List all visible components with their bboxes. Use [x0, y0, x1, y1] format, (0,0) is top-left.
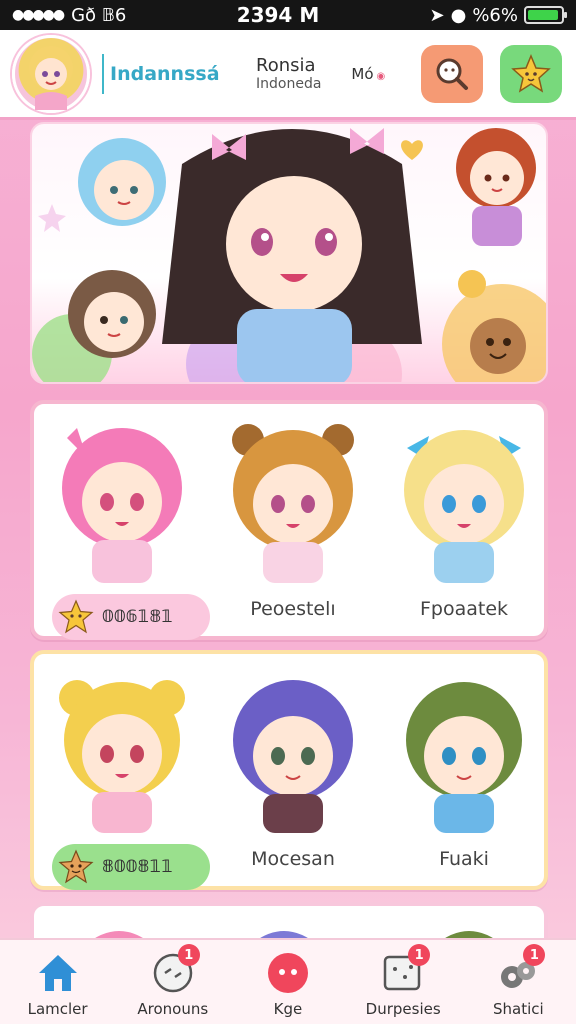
- mode-toggle[interactable]: Mó ◉: [351, 65, 385, 83]
- location-icon: ➤: [429, 4, 445, 26]
- avatar[interactable]: [12, 34, 90, 113]
- alarm-icon: ●: [450, 4, 467, 26]
- mode-label: Mó: [351, 64, 374, 83]
- battery-percent: %6%: [472, 4, 518, 26]
- character-name: Fpoaatek: [419, 598, 509, 620]
- record-icon: [265, 950, 311, 996]
- status-time: 2394 M: [236, 3, 320, 27]
- mode-dot-icon: ◉: [376, 70, 386, 82]
- character-tile-6[interactable]: Fuaki: [384, 668, 544, 878]
- board-icon: 1: [380, 944, 431, 996]
- character-portrait: [233, 680, 353, 833]
- brand-title: Indannssá: [110, 62, 220, 85]
- character-portrait: [62, 428, 182, 583]
- character-portrait: [406, 682, 522, 833]
- chat-icon: 1: [150, 944, 200, 996]
- star-mascot-icon: [511, 54, 551, 93]
- character-name: 𝟘𝟘𝟞𝟙𝟠𝟙: [102, 607, 173, 627]
- search-button[interactable]: [421, 45, 483, 103]
- character-tile-2[interactable]: Peoestelı: [213, 418, 373, 628]
- character-card-row-1: 𝟘𝟘𝟞𝟙𝟠𝟙 Peoestelı Fpoaatek: [30, 400, 548, 640]
- character-card-row-2: 𝟠𝟘𝟘𝟠𝟙𝟙 Mocesan Fuaki: [30, 650, 548, 890]
- character-name: Peoestelı: [250, 598, 336, 620]
- nav-item-kge[interactable]: Kge: [233, 940, 343, 1024]
- status-left: ●●●●● Gð 𝔹6: [12, 5, 126, 26]
- region-selector[interactable]: Ronsia Indoneda: [256, 55, 321, 92]
- bottom-nav: Lamcler 1 Aronouns Kge 1 Durpesies 1 Sha…: [0, 938, 576, 1024]
- battery-fill: [528, 10, 559, 20]
- app-header: Indannssá Ronsia Indoneda Mó ◉: [0, 30, 576, 120]
- character-portrait: [404, 430, 524, 583]
- featured-banner[interactable]: [30, 122, 548, 384]
- home-icon: [35, 950, 81, 996]
- character-portrait: [232, 424, 354, 583]
- mascot-button[interactable]: [500, 45, 562, 103]
- header-divider: [102, 53, 104, 94]
- mascot-icon: [58, 849, 94, 884]
- character-tile-1[interactable]: 𝟘𝟘𝟞𝟙𝟠𝟙: [42, 418, 210, 640]
- signal-icon: ●●●●●: [12, 7, 65, 23]
- region-title: Ronsia: [256, 55, 316, 76]
- search-icon: [436, 58, 468, 90]
- nav-item-home[interactable]: Lamcler: [3, 940, 113, 1024]
- brand-block: Indannssá: [110, 63, 240, 85]
- nav-item-discoveries[interactable]: 1 Durpesies: [348, 940, 458, 1024]
- character-name: Mocesan: [251, 848, 335, 870]
- nav-label: Lamcler: [27, 1000, 88, 1018]
- notification-badge: 1: [177, 944, 200, 966]
- nav-label: Kge: [273, 1000, 303, 1018]
- character-tile-5[interactable]: Mocesan: [213, 668, 373, 878]
- status-right: ➤ ● %6%: [429, 4, 567, 26]
- nav-label: Aronouns: [137, 1000, 209, 1018]
- banner-illustration: [32, 128, 546, 382]
- character-name: 𝟠𝟘𝟘𝟠𝟙𝟙: [102, 857, 173, 877]
- region-subtitle: Indoneda: [256, 76, 322, 92]
- nav-label: Durpesies: [365, 1000, 441, 1018]
- status-bar: ●●●●● Gð 𝔹6 2394 M ➤ ● %6%: [0, 0, 576, 30]
- character-portrait: [59, 680, 185, 833]
- character-tile-3[interactable]: Fpoaatek: [384, 418, 544, 628]
- gear-cluster-icon: 1: [495, 944, 546, 996]
- nav-item-announcements[interactable]: 1 Aronouns: [118, 940, 228, 1024]
- mascot-badge: 𝟠𝟘𝟘𝟠𝟙𝟙: [52, 844, 210, 890]
- star-icon: [58, 599, 94, 634]
- notification-badge: 1: [523, 944, 546, 966]
- carrier-label: Gð 𝔹6: [71, 4, 127, 26]
- character-name: Fuaki: [439, 848, 489, 870]
- character-tile-4[interactable]: 𝟠𝟘𝟘𝟠𝟙𝟙: [42, 668, 210, 890]
- battery-icon: [524, 6, 567, 24]
- nav-item-settings[interactable]: 1 Shatici: [463, 940, 573, 1024]
- nav-label: Shatici: [493, 1000, 544, 1018]
- notification-badge: 1: [408, 944, 431, 966]
- star-badge: 𝟘𝟘𝟞𝟙𝟠𝟙: [52, 594, 210, 640]
- avatar-face-icon: [29, 45, 73, 110]
